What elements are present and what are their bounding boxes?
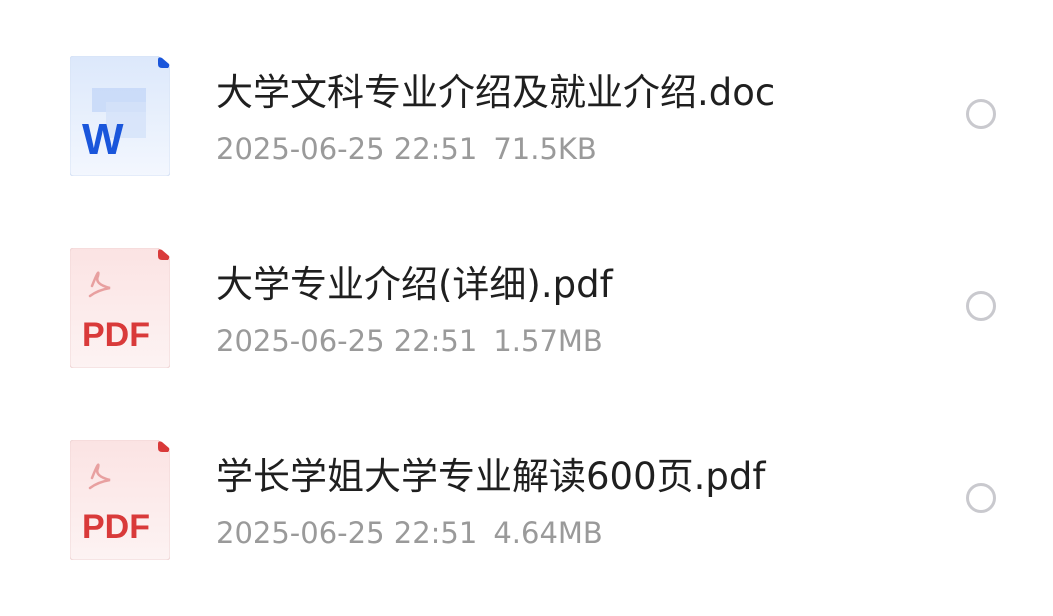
select-radio[interactable] — [966, 291, 996, 321]
select-radio[interactable] — [966, 483, 996, 513]
file-date: 2025-06-25 22:51 — [216, 324, 478, 358]
file-size: 1.57MB — [493, 324, 603, 358]
select-radio[interactable] — [966, 99, 996, 129]
file-row[interactable]: W 大学文科专业介绍及就业介绍.doc 2025-06-25 22:51 71.5… — [0, 0, 1053, 192]
file-date: 2025-06-25 22:51 — [216, 516, 478, 550]
file-meta: 2025-06-25 22:51 1.57MB — [216, 322, 603, 360]
file-meta: 2025-06-25 22:51 71.5KB — [216, 130, 597, 168]
file-size: 4.64MB — [493, 516, 603, 550]
svg-text:W: W — [82, 115, 124, 164]
file-meta: 2025-06-25 22:51 4.64MB — [216, 514, 603, 552]
word-doc-icon: W — [70, 56, 170, 176]
file-list: W 大学文科专业介绍及就业介绍.doc 2025-06-25 22:51 71.5… — [0, 0, 1053, 616]
pdf-file-icon: PDF — [70, 440, 170, 560]
file-name: 大学专业介绍(详细).pdf — [216, 263, 613, 306]
svg-text:PDF: PDF — [82, 316, 150, 354]
file-name: 大学文科专业介绍及就业介绍.doc — [216, 71, 776, 114]
pdf-file-icon: PDF — [70, 248, 170, 368]
file-name: 学长学姐大学专业解读600页.pdf — [216, 455, 766, 498]
file-size: 71.5KB — [493, 132, 597, 166]
svg-text:PDF: PDF — [82, 508, 150, 546]
file-row[interactable]: PDF 学长学姐大学专业解读600页.pdf 2025-06-25 22:51 4… — [0, 384, 1053, 576]
file-date: 2025-06-25 22:51 — [216, 132, 478, 166]
file-row[interactable]: PDF 大学专业介绍(详细).pdf 2025-06-25 22:51 1.57M… — [0, 192, 1053, 384]
